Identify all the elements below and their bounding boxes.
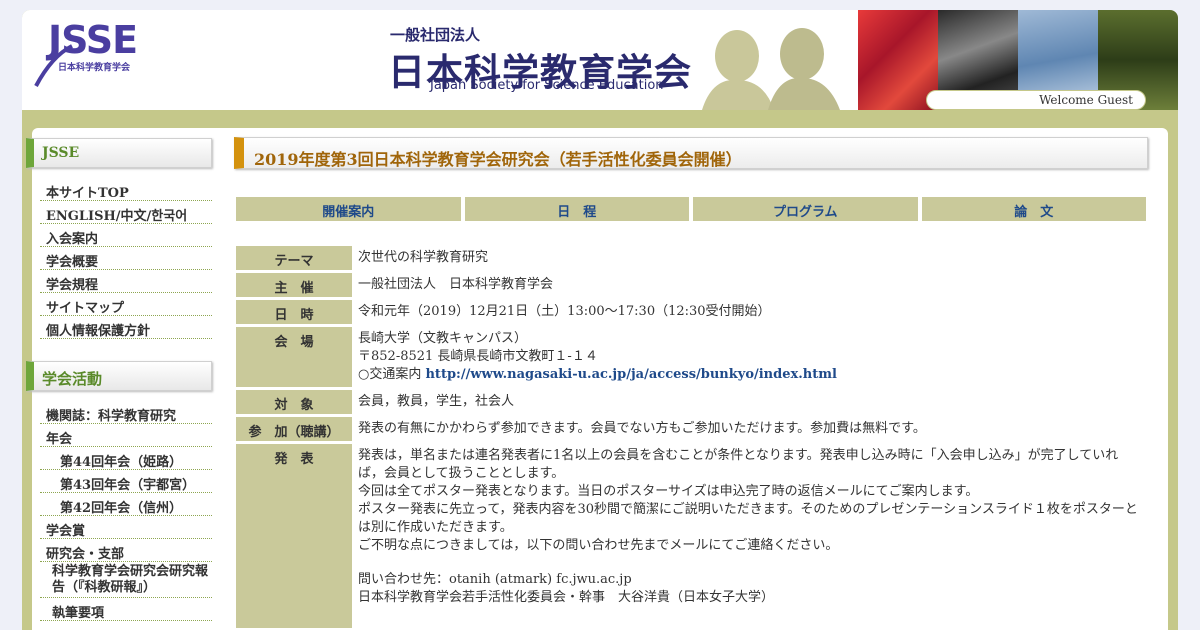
venue-access: ○交通案内 http://www.nagasaki-u.ac.jp/ja/acc… bbox=[358, 366, 837, 384]
label-date: 日 時 bbox=[236, 300, 352, 324]
page-title: 2019年度第3回日本科学教育学会研究会（若手活性化委員会開催） bbox=[234, 137, 1148, 169]
tab-announcement[interactable]: 開催案内 bbox=[236, 197, 461, 221]
value-date: 令和元年（2019）12月21日（土）13:00～17:30（12:30受付開始… bbox=[358, 304, 771, 319]
sidebar-item-research-groups[interactable]: 研究会・支部 bbox=[40, 539, 212, 562]
org-name-english: Japan Society for Science Education bbox=[430, 78, 664, 93]
row-host: 主 催 一般社団法人 日本科学教育学会 bbox=[236, 273, 1146, 297]
value-theme: 次世代の科学教育研究 bbox=[358, 250, 489, 265]
sidebar-item-privacy[interactable]: 個人情報保護方針 bbox=[40, 316, 212, 339]
sidebar-item-sitemap[interactable]: サイトマップ bbox=[40, 293, 212, 316]
sidebar-item-meeting-44[interactable]: 第44回年会（姫路） bbox=[40, 447, 212, 470]
label-participation: 参 加（聴講） bbox=[236, 417, 352, 441]
sidebar-item-awards[interactable]: 学会賞 bbox=[40, 516, 212, 539]
logo-text: JSSE bbox=[48, 18, 138, 62]
contact-person: 日本科学教育学会若手活性化委員会・幹事 大谷洋貴（日本女子大学） bbox=[358, 590, 775, 605]
logo-subtitle: 日本科学教育学会 bbox=[58, 63, 131, 73]
row-participation: 参 加（聴講） 発表の有無にかかわらず参加できます。会員でない方もご参加いただけ… bbox=[236, 417, 1146, 441]
label-theme: テーマ bbox=[236, 246, 352, 270]
presentation-poster: 今回は全てポスター発表となります。当日のポスターサイズは申込完了時の返信メールに… bbox=[358, 484, 979, 499]
event-info-table: テーマ 次世代の科学教育研究 主 催 一般社団法人 日本科学教育学会 日 時 令… bbox=[236, 246, 1146, 630]
venue-access-label: ○交通案内 bbox=[358, 367, 422, 382]
venue-name: 長崎大学（文教キャンパス） bbox=[358, 331, 528, 346]
value-venue: 長崎大学（文教キャンパス） 〒852-8521 長崎県長崎市文教町１-１４ ○交… bbox=[352, 327, 837, 387]
sidebar-item-journal[interactable]: 機関誌：科学教育研究 bbox=[40, 401, 212, 424]
sidebar-item-meeting-43[interactable]: 第43回年会（宇都宮） bbox=[40, 470, 212, 493]
venue-address: 〒852-8521 長崎県長崎市文教町１-１４ bbox=[358, 349, 598, 364]
row-presentation: 発 表 発表は，単名または連名発表者に1名以上の会員を含むことが条件となります。… bbox=[236, 444, 1146, 628]
value-participation: 発表の有無にかかわらず参加できます。会員でない方もご参加いただけます。参加費は無… bbox=[358, 421, 926, 436]
label-target: 対 象 bbox=[236, 390, 352, 414]
label-venue: 会 場 bbox=[236, 327, 352, 387]
tab-bar: 開催案内 日 程 プログラム 論 文 bbox=[236, 197, 1146, 221]
label-presentation: 発 表 bbox=[236, 444, 352, 628]
sidebar-list-activities: 機関誌：科学教育研究 年会 第44回年会（姫路） 第43回年会（宇都宮） 第42… bbox=[40, 401, 212, 621]
presentation-slide: ポスター発表に先立って，発表内容を30秒間で簡潔にご説明いただきます。そのための… bbox=[358, 502, 1138, 535]
sidebar-item-rules[interactable]: 学会規程 bbox=[40, 270, 212, 293]
label-host: 主 催 bbox=[236, 273, 352, 297]
row-date: 日 時 令和元年（2019）12月21日（土）13:00～17:30（12:30… bbox=[236, 300, 1146, 324]
sidebar-item-languages[interactable]: ENGLISH/中文/한국어 bbox=[40, 201, 212, 224]
sidebar-item-annual-meeting[interactable]: 年会 bbox=[40, 424, 212, 447]
presentation-condition: 発表は，単名または連名発表者に1名以上の会員を含むことが条件となります。発表申し… bbox=[358, 448, 1119, 481]
sidebar: JSSE 本サイトTOP ENGLISH/中文/한국어 入会案内 学会概要 学会… bbox=[26, 138, 212, 621]
sidebar-item-research-reports[interactable]: 科学教育学会研究会研究報告（『科教研報』） bbox=[40, 562, 212, 598]
row-target: 対 象 会員，教員，学生，社会人 bbox=[236, 390, 1146, 414]
sidebar-item-join[interactable]: 入会案内 bbox=[40, 224, 212, 247]
row-venue: 会 場 長崎大学（文教キャンパス） 〒852-8521 長崎県長崎市文教町１-１… bbox=[236, 327, 1146, 387]
value-target: 会員，教員，学生，社会人 bbox=[358, 394, 515, 409]
value-presentation: 発表は，単名または連名発表者に1名以上の会員を含むことが条件となります。発表申し… bbox=[352, 444, 1138, 628]
sidebar-list-jsse: 本サイトTOP ENGLISH/中文/한국어 入会案内 学会概要 学会規程 サイ… bbox=[40, 178, 212, 339]
sidebar-heading-jsse: JSSE bbox=[26, 138, 212, 168]
sidebar-heading-activities: 学会活動 bbox=[26, 361, 212, 391]
welcome-badge: Welcome Guest bbox=[926, 90, 1146, 110]
sidebar-item-writing-guide[interactable]: 執筆要項 bbox=[40, 598, 212, 621]
sidebar-item-top[interactable]: 本サイトTOP bbox=[40, 178, 212, 201]
silhouettes-image bbox=[702, 28, 840, 110]
row-theme: テーマ 次世代の科学教育研究 bbox=[236, 246, 1146, 270]
presentation-inquiry: ご不明な点につきましては，以下の問い合わせ先までメールにてご連絡ください。 bbox=[358, 538, 839, 553]
tab-program[interactable]: プログラム bbox=[693, 197, 918, 221]
value-host: 一般社団法人 日本科学教育学会 bbox=[358, 277, 554, 292]
sidebar-item-meeting-42[interactable]: 第42回年会（信州） bbox=[40, 493, 212, 516]
tab-papers[interactable]: 論 文 bbox=[921, 197, 1146, 221]
venue-access-link[interactable]: http://www.nagasaki-u.ac.jp/ja/access/bu… bbox=[425, 367, 836, 382]
sidebar-item-overview[interactable]: 学会概要 bbox=[40, 247, 212, 270]
contact-email: 問い合わせ先：otanih (atmark) fc.jwu.ac.jp bbox=[358, 572, 632, 587]
tab-schedule[interactable]: 日 程 bbox=[464, 197, 689, 221]
